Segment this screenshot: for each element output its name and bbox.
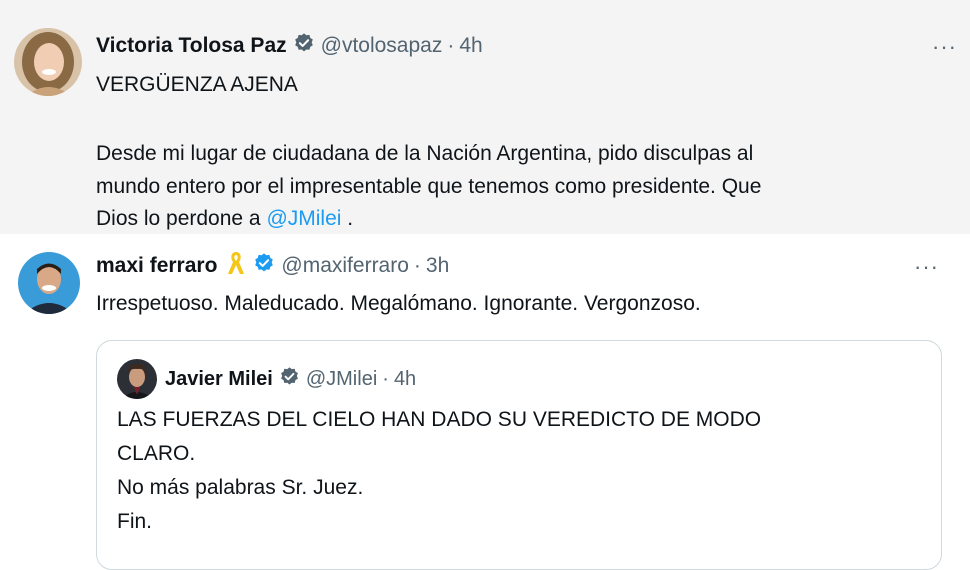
avatar-maxi-image — [18, 252, 80, 314]
avatar-maxi[interactable] — [18, 252, 80, 314]
separator-dot: · — [413, 254, 421, 277]
tweet-text-line: mundo entero por el impresentable que te… — [96, 175, 762, 198]
author-name[interactable]: Victoria Tolosa Paz — [96, 34, 287, 58]
quoted-author-name[interactable]: Javier Milei — [165, 368, 273, 391]
verified-badge-icon — [279, 366, 300, 393]
tweet-text-prefix: Dios lo perdone a — [96, 207, 267, 230]
tweet-text-line-last: Dios lo perdone a @JMilei . — [96, 206, 353, 232]
avatar-milei[interactable] — [117, 359, 157, 399]
tweet-text-line: Desde mi lugar de ciudadana de la Nación… — [96, 142, 754, 165]
quoted-text-line: Fin. — [117, 510, 153, 533]
quoted-tweet-header: Javier Milei @JMilei · 4h — [165, 366, 416, 392]
quoted-text-line: No más palabras Sr. Juez. — [117, 476, 364, 499]
avatar-milei-image — [117, 359, 157, 399]
tweet-time[interactable]: 3h — [426, 254, 449, 278]
tweet-text-line: VERGÜENZA AJENA — [96, 73, 298, 96]
quoted-author-handle[interactable]: @JMilei — [306, 368, 377, 391]
tweet-text-suffix: . — [341, 207, 354, 230]
mention-link[interactable]: @JMilei — [266, 207, 341, 230]
quoted-tweet[interactable]: Javier Milei @JMilei · 4h LAS FUERZAS DE… — [96, 340, 942, 570]
quoted-text-line: LAS FUERZAS DEL CIELO HAN DADO SU VEREDI… — [117, 408, 762, 431]
tweet-text: Irrespetuoso. Maleducado. Megalómano. Ig… — [96, 292, 701, 315]
quoted-text-line: CLARO. — [117, 442, 196, 465]
yellow-ribbon-icon — [225, 250, 247, 282]
verified-badge-icon — [253, 252, 275, 280]
author-handle[interactable]: @maxiferraro — [281, 254, 409, 278]
tweet-victoria[interactable]: Victoria Tolosa Paz @vtolosapaz · 4h ···… — [0, 0, 970, 234]
author-name[interactable]: maxi ferraro — [96, 254, 217, 278]
verified-badge-icon — [293, 32, 315, 60]
avatar-victoria[interactable] — [14, 28, 82, 96]
quoted-tweet-time[interactable]: 4h — [394, 368, 416, 391]
separator-dot: · — [382, 367, 389, 390]
separator-dot: · — [447, 34, 455, 57]
avatar-victoria-image — [14, 28, 82, 96]
tweet-time[interactable]: 4h — [459, 34, 482, 58]
author-handle[interactable]: @vtolosapaz — [321, 34, 443, 58]
more-options-button[interactable]: ··· — [932, 36, 957, 58]
more-options-button[interactable]: ··· — [914, 256, 939, 278]
tweet-header: maxi ferraro @maxiferraro · 3h — [96, 252, 449, 280]
tweet-header: Victoria Tolosa Paz @vtolosapaz · 4h — [96, 32, 483, 60]
